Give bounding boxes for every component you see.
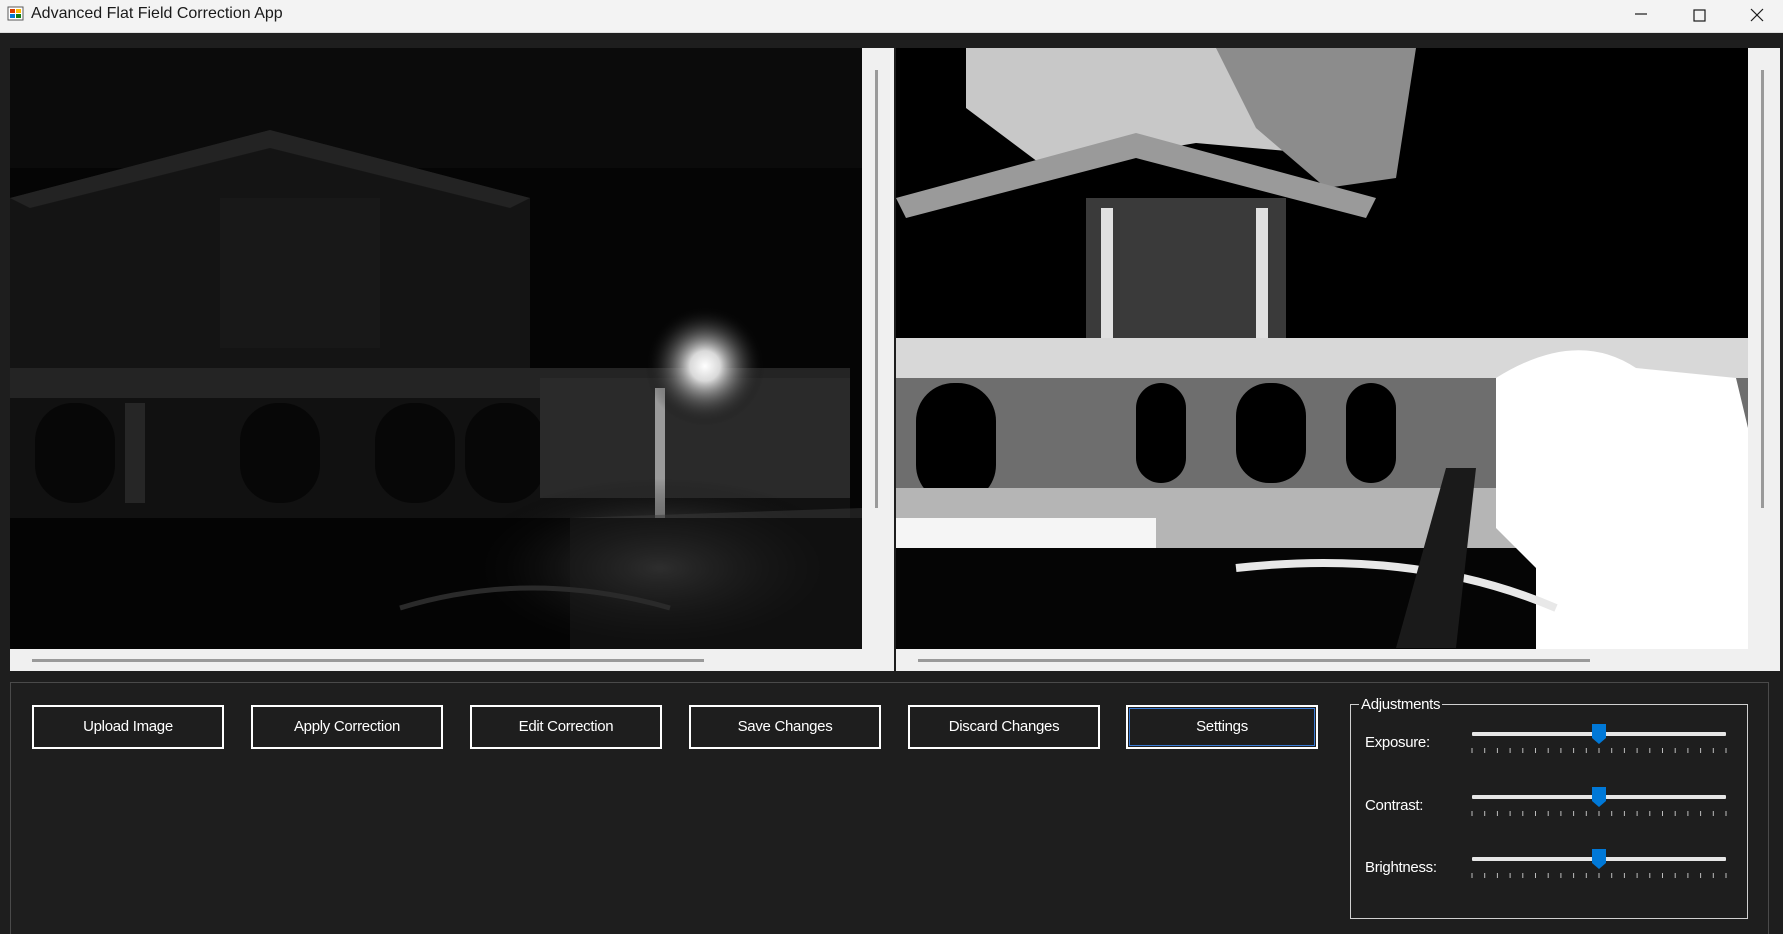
save-changes-button[interactable]: Save Changes — [689, 705, 881, 749]
corrected-image-panel — [896, 48, 1780, 671]
close-button[interactable] — [1728, 0, 1783, 32]
exposure-slider[interactable] — [1470, 719, 1728, 759]
minimize-icon — [1635, 13, 1647, 15]
contrast-slider[interactable] — [1470, 782, 1728, 822]
exposure-label: Exposure: — [1365, 734, 1430, 751]
brightness-label: Brightness: — [1365, 859, 1437, 876]
title-bar: Advanced Flat Field Correction App — [0, 0, 1783, 33]
adjustments-title: Adjustments — [1359, 696, 1443, 713]
window-title: Advanced Flat Field Correction App — [31, 5, 283, 22]
discard-changes-button[interactable]: Discard Changes — [908, 705, 1100, 749]
contrast-label: Contrast: — [1365, 797, 1424, 814]
app-icon — [7, 6, 24, 21]
original-image — [10, 48, 862, 649]
contrast-slider-thumb[interactable] — [1591, 786, 1607, 808]
settings-button[interactable]: Settings — [1126, 705, 1318, 749]
minimize-button[interactable] — [1612, 0, 1670, 32]
upload-image-button[interactable]: Upload Image — [32, 705, 224, 749]
brightness-slider-thumb[interactable] — [1591, 848, 1607, 870]
maximize-button[interactable] — [1670, 0, 1728, 32]
brightness-slider-ticks — [1471, 873, 1727, 878]
exposure-slider-thumb[interactable] — [1591, 723, 1607, 745]
original-image-panel — [10, 48, 894, 671]
close-icon — [1750, 8, 1764, 22]
contrast-slider-ticks — [1471, 811, 1727, 816]
corrected-horizontal-scrollbar[interactable] — [918, 659, 1590, 662]
corrected-vertical-scrollbar[interactable] — [1761, 70, 1764, 508]
brightness-slider[interactable] — [1470, 844, 1728, 884]
edit-correction-button[interactable]: Edit Correction — [470, 705, 662, 749]
corrected-image — [896, 48, 1748, 649]
exposure-slider-ticks — [1471, 748, 1727, 753]
apply-correction-button[interactable]: Apply Correction — [251, 705, 443, 749]
original-horizontal-scrollbar[interactable] — [32, 659, 704, 662]
original-vertical-scrollbar[interactable] — [875, 70, 878, 508]
maximize-icon — [1693, 9, 1706, 22]
